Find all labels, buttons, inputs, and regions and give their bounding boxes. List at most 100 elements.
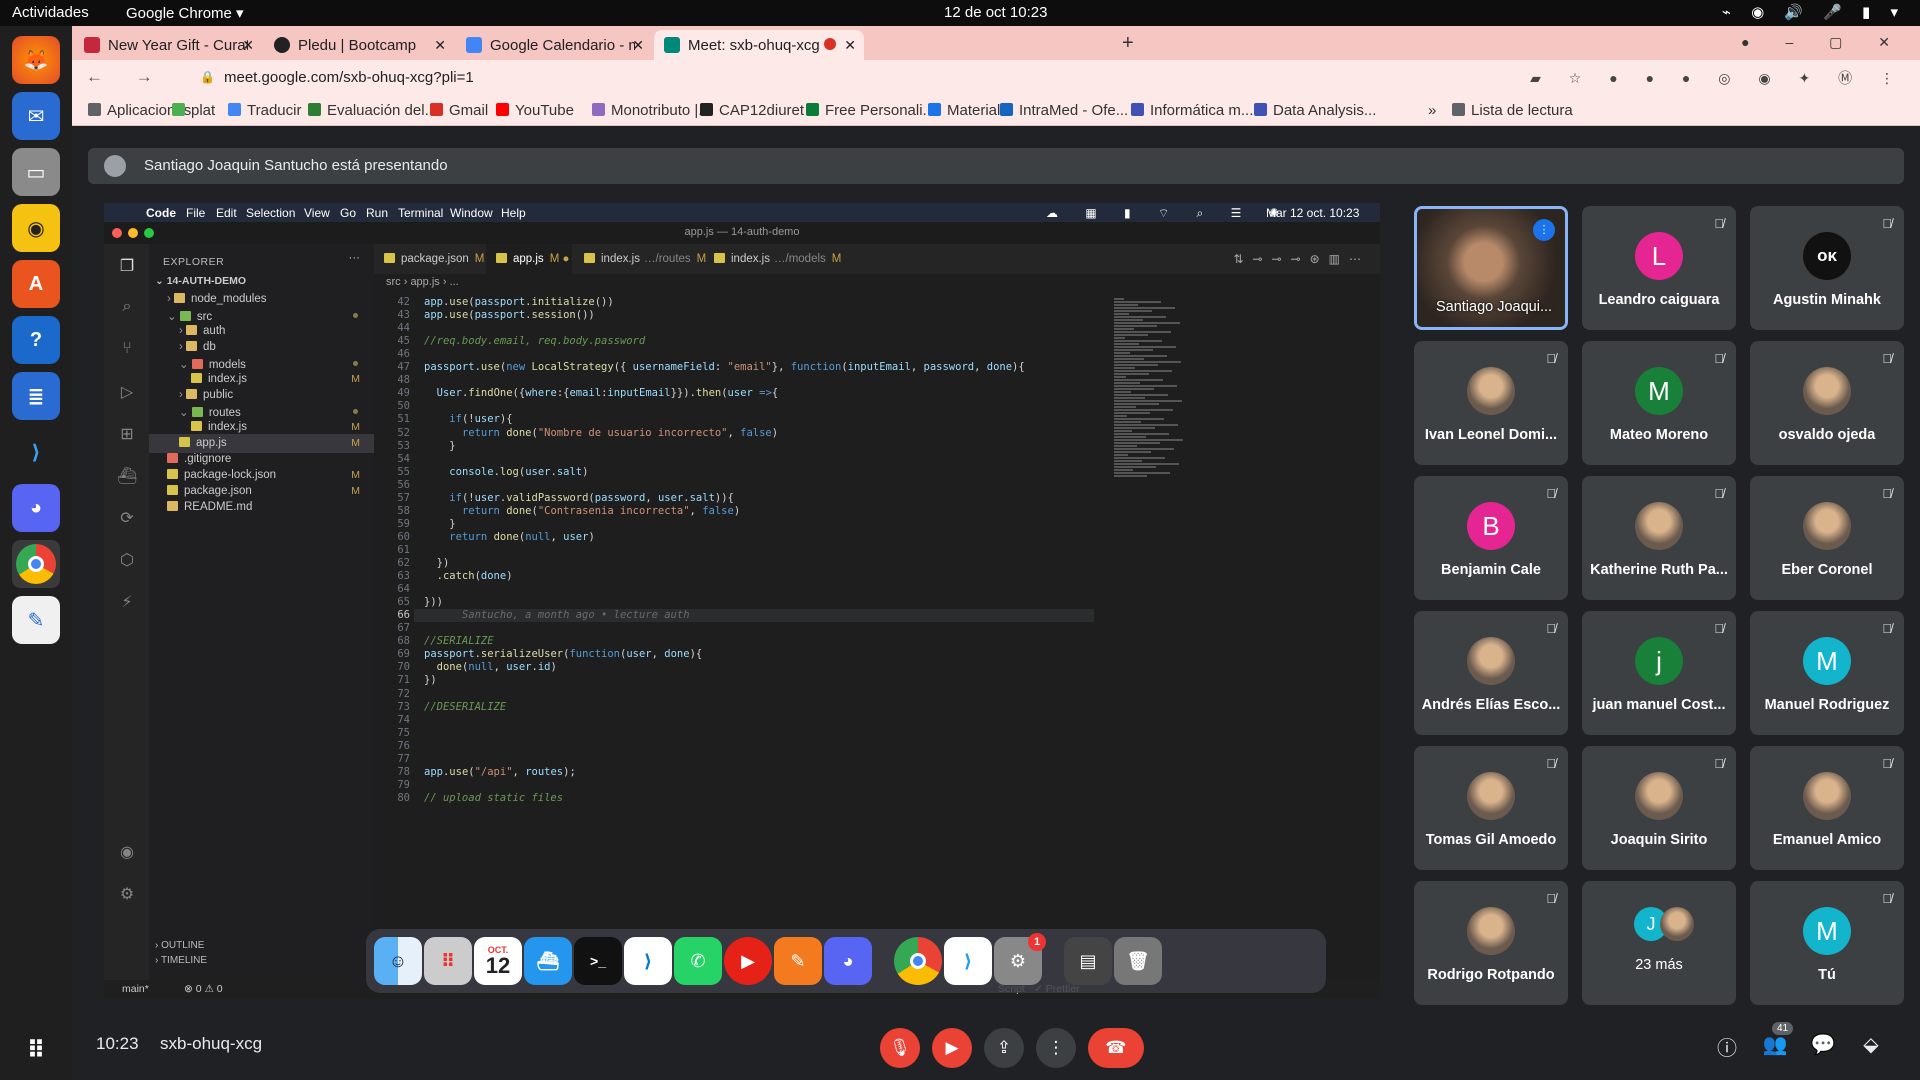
writer-icon[interactable]: ≣ [12, 372, 60, 420]
editor-actions-icons[interactable]: ⇅⊸⊸⊸⊛▥⋯ [1233, 252, 1370, 266]
close-tab-icon[interactable]: ✕ [434, 37, 446, 54]
activities-button[interactable]: Actividades [12, 4, 89, 21]
extensions-icon[interactable]: ⊞ [117, 424, 137, 444]
reading-list-button[interactable]: Lista de lectura [1452, 102, 1573, 119]
docker-app-icon[interactable]: ⛴ [524, 937, 572, 985]
project-folder[interactable]: ⌄ 14-AUTH-DEMO [149, 271, 374, 290]
participant-tile[interactable]: B 🎙̸ Benjamin Cale [1414, 476, 1568, 600]
downloads-stack-icon[interactable]: ▤ [1064, 937, 1112, 985]
sublime-icon[interactable]: ✎ [774, 937, 822, 985]
participant-tile[interactable]: 🎙̸ Emanuel Amico [1750, 746, 1904, 870]
browser-tab[interactable]: Google Calendario - marte ✕ [456, 30, 652, 60]
bookmark-item[interactable]: Material [928, 102, 1000, 119]
firefox-icon[interactable]: 🦊 [12, 36, 60, 84]
mac-menu-item[interactable]: File [186, 206, 205, 220]
microphone-off-icon[interactable]: 🎙 [880, 1028, 920, 1068]
finder-icon[interactable]: ☺ [374, 937, 422, 985]
explorer-icon[interactable]: ❐ [117, 256, 137, 276]
whatsapp-icon[interactable]: ✆ [674, 937, 722, 985]
participant-tile[interactable]: ⋮ Santiago Joaqui... [1414, 206, 1568, 330]
participant-tile[interactable]: 🎙̸ Joaquin Sirito [1582, 746, 1736, 870]
participant-tile[interactable]: M 🎙̸ Tú [1750, 881, 1904, 1005]
mac-menu-item[interactable]: View [304, 206, 330, 220]
discord-app-icon[interactable]: ◕ [824, 937, 872, 985]
git-branch[interactable]: main* [122, 983, 149, 995]
account-icon[interactable]: ◉ [117, 842, 137, 862]
terminal-icon[interactable]: >_ [574, 937, 622, 985]
minimize-window-icon[interactable] [128, 228, 138, 238]
extensions-icons[interactable]: ▰ ☆ ● ● ● ◎ ◉ ✦ Ⓜ ⋮ [1530, 68, 1906, 88]
thunder-icon[interactable]: ⚡ [117, 592, 137, 612]
run-debug-icon[interactable]: ▷ [117, 382, 137, 402]
files-icon[interactable]: ▭ [12, 148, 60, 196]
editor-tab[interactable]: package.json M [374, 244, 484, 274]
text-editor-icon[interactable]: ✎ [12, 596, 60, 644]
mac-menu-item[interactable]: Edit [216, 206, 237, 220]
vscode-icon[interactable]: ⟩ [12, 428, 60, 476]
git-history-icon[interactable]: ⟳ [117, 508, 137, 528]
address-bar[interactable]: 🔒 meet.google.com/sxb-ohuq-xcg?pli=1 [182, 64, 1432, 92]
more-options-icon[interactable]: ⋮ [1036, 1028, 1076, 1068]
participants-icon[interactable]: 👥 41 [1760, 1022, 1794, 1062]
bookmark-item[interactable]: Data Analysis... [1254, 102, 1376, 119]
software-icon[interactable]: A [12, 260, 60, 308]
participant-tile[interactable]: 🎙̸ osvaldo ojeda [1750, 341, 1904, 465]
mac-menu-item[interactable]: Code [146, 206, 176, 220]
participant-tile[interactable]: 🎙̸ Ivan Leonel Domi... [1414, 341, 1568, 465]
browser-tab-active[interactable]: Meet: sxb-ohuq-xcg ✕ [654, 30, 864, 60]
meeting-details-icon[interactable]: ⓘ [1712, 1032, 1742, 1062]
thunderbird-icon[interactable]: ✉ [12, 92, 60, 140]
bookmarks-more-icon[interactable]: » [1428, 102, 1436, 119]
bookmark-item[interactable]: Informática m... [1131, 102, 1253, 119]
minimap[interactable] [1106, 292, 1196, 972]
outline-section[interactable]: › OUTLINE [149, 938, 374, 953]
participant-tile[interactable]: 🎙̸ Katherine Ruth Pa... [1582, 476, 1736, 600]
rhythmbox-icon[interactable]: ◉ [12, 204, 60, 252]
chrome-icon[interactable] [12, 540, 60, 588]
bookmark-item[interactable]: plat [172, 102, 215, 119]
participant-tile[interactable]: L 🎙̸ Leandro caiguara [1582, 206, 1736, 330]
new-tab-icon[interactable]: + [1122, 32, 1134, 55]
participant-tile[interactable]: ᴏᴋ 🎙̸ Agustin Minahk [1750, 206, 1904, 330]
file-tree-item[interactable]: README.md [149, 498, 374, 517]
timeline-section[interactable]: › TIMELINE [149, 953, 374, 968]
bookmark-item[interactable]: YouTube [496, 102, 574, 119]
system-tray[interactable]: ⌁ ◉ 🔊 🎤 ▮ ▾ [1722, 3, 1906, 21]
participant-tile[interactable]: 🎙̸ Tomas Gil Amoedo [1414, 746, 1568, 870]
close-window-icon[interactable] [112, 228, 122, 238]
mac-menu-item[interactable]: Go [340, 206, 356, 220]
show-apps-icon[interactable]: ⠿ [12, 1026, 60, 1074]
camera-off-icon[interactable]: ▶ [932, 1028, 972, 1068]
editor-tab[interactable]: index.js …/routes M [574, 244, 706, 274]
remote-explorer-icon[interactable]: ⬡ [117, 550, 137, 570]
bookmark-item[interactable]: Evaluación del... [308, 102, 437, 119]
chrome-app-icon[interactable] [894, 937, 942, 985]
mac-menu-item[interactable]: Help [501, 206, 526, 220]
editor-tab[interactable]: app.js M ● [486, 244, 572, 274]
settings-gear-icon[interactable]: ⚙ [117, 884, 137, 904]
docker-icon[interactable]: ⛴ [117, 466, 137, 486]
trash-icon[interactable]: 🗑 [1114, 937, 1162, 985]
close-tab-icon[interactable]: ✕ [632, 37, 644, 54]
system-clock[interactable]: 12 de oct 10:23 [944, 4, 1047, 21]
participant-tile[interactable]: M 🎙̸ Mateo Moreno [1582, 341, 1736, 465]
close-tab-icon[interactable]: ✕ [242, 37, 254, 54]
source-control-icon[interactable]: ⑂ [117, 340, 137, 360]
bookmark-item[interactable]: Traducir [228, 102, 301, 119]
mac-menu-item[interactable]: Window [450, 206, 493, 220]
vscode-insiders-icon[interactable]: ⟩ [944, 937, 992, 985]
vscode-app-icon[interactable]: ⟩ [624, 937, 672, 985]
activities-icon[interactable]: ⬙ [1856, 1032, 1886, 1062]
participant-tile[interactable]: M 🎙̸ Manuel Rodriguez [1750, 611, 1904, 735]
bookmark-item[interactable]: Monotributo |... [592, 102, 711, 119]
bookmark-item[interactable]: Free Personali... [806, 102, 935, 119]
mac-menu-item[interactable]: Selection [246, 206, 295, 220]
leave-call-button[interactable]: ☎ [1088, 1028, 1144, 1068]
bookmark-item[interactable]: IntraMed - Ofe... [1000, 102, 1128, 119]
system-preferences-icon[interactable]: ⚙ 1 [994, 933, 1046, 985]
more-actions-icon[interactable]: ··· [349, 252, 361, 264]
calendar-icon[interactable]: OCT. 12 [474, 937, 522, 985]
breadcrumb[interactable]: src › app.js › ... [374, 274, 1380, 292]
present-screen-icon[interactable]: ⇪ [984, 1028, 1024, 1068]
browser-tab[interactable]: Pledu | Bootcamp ✕ [264, 30, 454, 60]
